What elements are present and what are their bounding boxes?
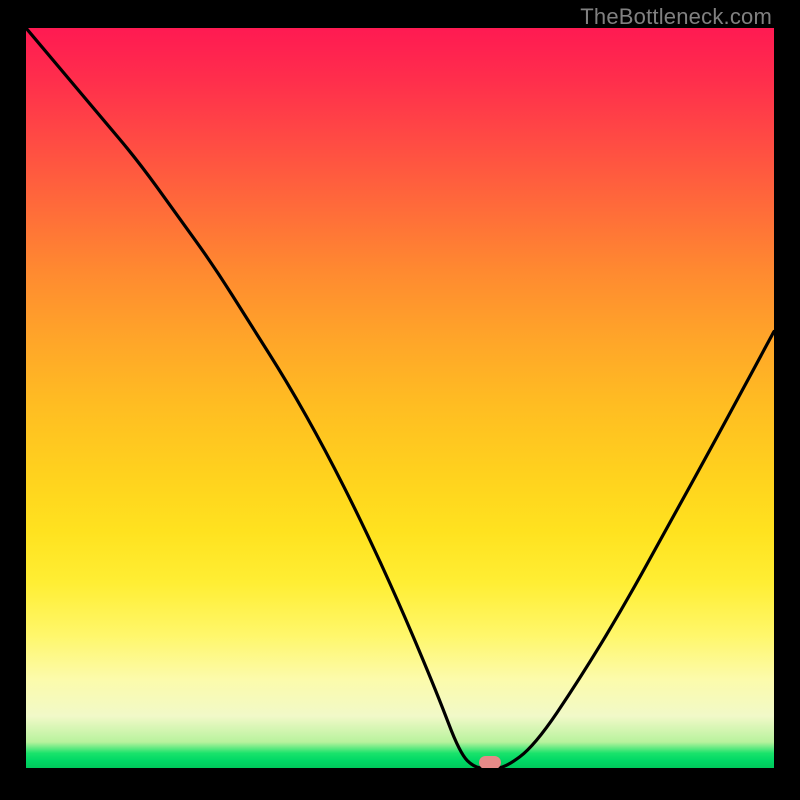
plot-area: [26, 28, 774, 768]
bottleneck-curve-svg: [26, 28, 774, 768]
bottleneck-curve: [26, 28, 774, 768]
optimal-point-marker: [479, 756, 501, 768]
chart-root: TheBottleneck.com: [0, 0, 800, 800]
watermark-text: TheBottleneck.com: [580, 4, 772, 30]
